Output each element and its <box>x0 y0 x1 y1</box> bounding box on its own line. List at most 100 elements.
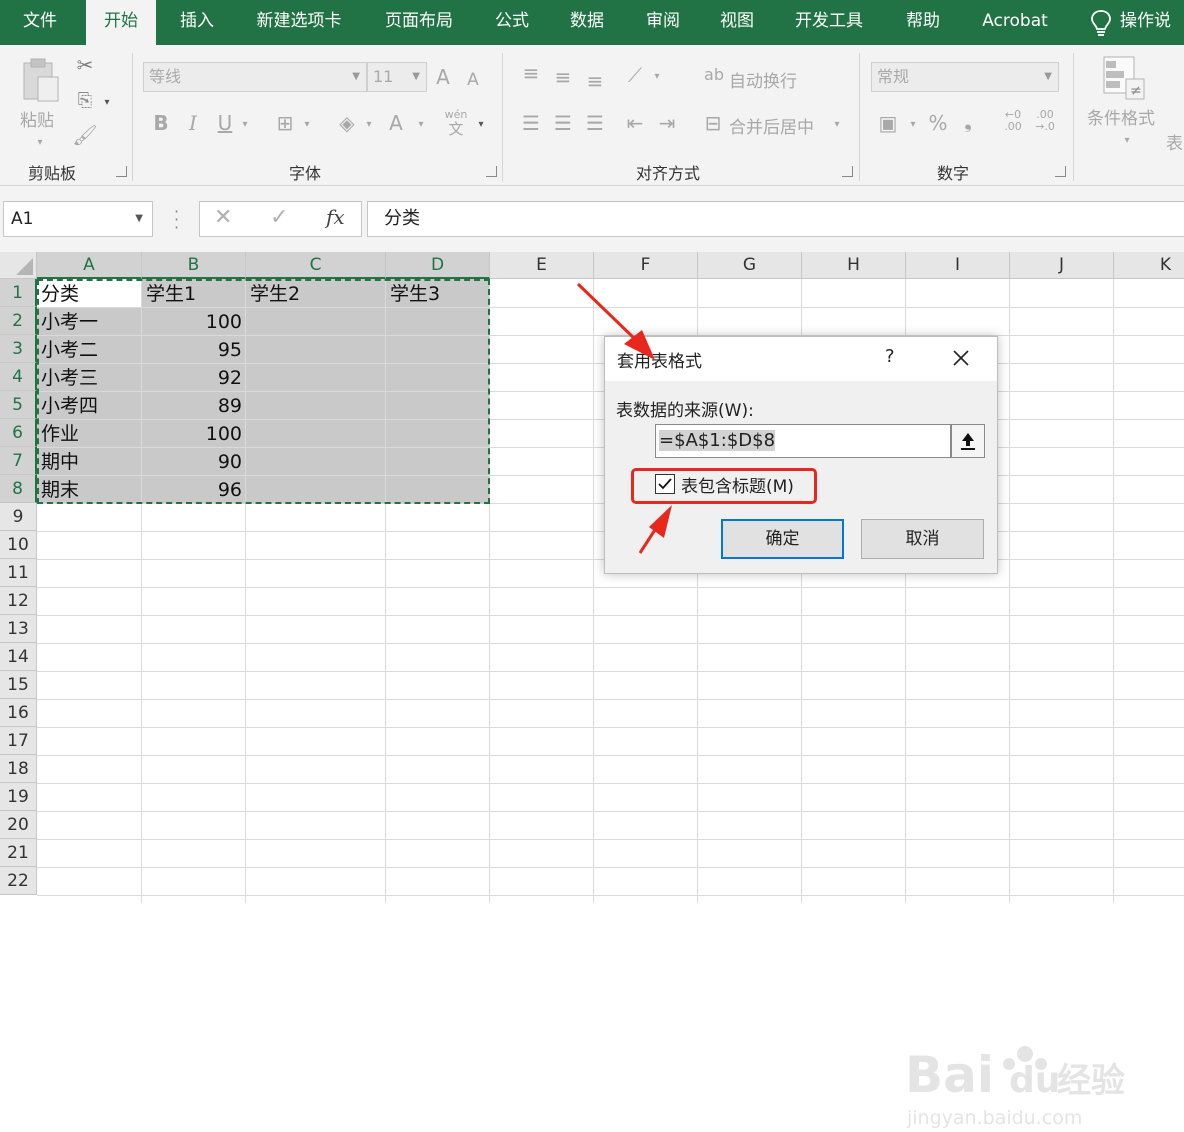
tab-data[interactable]: 数据 <box>556 0 618 45</box>
paste-dropdown-icon[interactable]: ▾ <box>30 131 50 155</box>
row-header-4[interactable]: 4 <box>0 363 37 391</box>
tab-acrobat[interactable]: Acrobat <box>970 0 1060 45</box>
name-box[interactable]: A1 ▼ <box>3 201 153 237</box>
row-header-22[interactable]: 22 <box>0 867 37 895</box>
merge-center-icon[interactable]: ⊟ <box>700 111 726 135</box>
borders-dropdown-icon[interactable]: ▾ <box>300 113 314 137</box>
format-painter-icon[interactable]: 🖌 <box>72 123 98 147</box>
conditional-formatting-button[interactable]: 条件格式 <box>1087 104 1155 129</box>
column-header-j[interactable]: J <box>1010 252 1114 279</box>
column-header-c[interactable]: C <box>246 252 386 279</box>
row-header-20[interactable]: 20 <box>0 811 37 839</box>
select-all-corner[interactable] <box>0 252 37 279</box>
orientation-icon[interactable]: ⟋ <box>622 63 648 87</box>
row-header-1[interactable]: 1 <box>0 279 37 307</box>
row-header-14[interactable]: 14 <box>0 643 37 671</box>
align-left-icon[interactable]: ☰ <box>518 111 544 135</box>
font-launcher-icon[interactable] <box>486 166 497 177</box>
clipboard-launcher-icon[interactable] <box>116 166 127 177</box>
formula-input[interactable]: 分类 <box>367 201 1184 237</box>
format-as-table-button[interactable]: 表 <box>1166 129 1183 154</box>
alignment-launcher-icon[interactable] <box>842 166 853 177</box>
lightbulb-icon[interactable] <box>1090 9 1112 37</box>
row-header-8[interactable]: 8 <box>0 475 37 503</box>
percent-button[interactable]: % <box>926 111 950 135</box>
copy-dropdown-icon[interactable]: ▾ <box>100 91 114 115</box>
column-header-h[interactable]: H <box>802 252 906 279</box>
underline-button[interactable]: U <box>214 111 236 135</box>
align-right-icon[interactable]: ☰ <box>582 111 608 135</box>
enter-formula-icon[interactable]: ✓ <box>270 205 288 230</box>
font-size-combo[interactable]: 11 ▼ <box>367 62 427 92</box>
paste-icon[interactable] <box>18 55 62 105</box>
column-header-a[interactable]: A <box>37 252 142 279</box>
font-name-combo[interactable]: 等线 ▼ <box>143 62 367 92</box>
merge-center-button[interactable]: 合并后居中 <box>729 113 814 138</box>
column-header-d[interactable]: D <box>386 252 490 279</box>
increase-indent-icon[interactable]: ⇥ <box>654 111 680 135</box>
tab-view[interactable]: 视图 <box>706 0 768 45</box>
align-bottom-icon[interactable]: ≡ <box>582 69 608 93</box>
column-header-f[interactable]: F <box>594 252 698 279</box>
underline-dropdown-icon[interactable]: ▾ <box>238 113 252 137</box>
tab-insert[interactable]: 插入 <box>166 0 228 45</box>
grow-font-icon[interactable]: A <box>431 65 455 89</box>
column-header-b[interactable]: B <box>142 252 246 279</box>
row-header-7[interactable]: 7 <box>0 447 37 475</box>
increase-decimal-icon[interactable]: ←0.00 <box>998 109 1028 133</box>
close-icon[interactable] <box>951 348 971 368</box>
collapse-dialog-button[interactable] <box>951 424 985 458</box>
row-header-13[interactable]: 13 <box>0 615 37 643</box>
align-center-icon[interactable]: ☰ <box>550 111 576 135</box>
help-button[interactable]: ? <box>885 346 895 367</box>
row-header-12[interactable]: 12 <box>0 587 37 615</box>
tab-new-tab[interactable]: 新建选项卡 <box>244 0 354 45</box>
column-header-e[interactable]: E <box>490 252 594 279</box>
row-header-2[interactable]: 2 <box>0 307 37 335</box>
tab-page-layout[interactable]: 页面布局 <box>372 0 466 45</box>
wrap-text-icon[interactable]: ab <box>702 63 726 87</box>
font-color-dropdown-icon[interactable]: ▾ <box>414 113 428 137</box>
phonetic-dropdown-icon[interactable]: ▾ <box>474 113 488 137</box>
wrap-text-button[interactable]: 自动换行 <box>729 67 797 92</box>
currency-icon[interactable]: ▣ <box>874 111 902 135</box>
decrease-indent-icon[interactable]: ⇤ <box>622 111 648 135</box>
phonetic-guide-icon[interactable]: wén 文 <box>440 109 472 138</box>
align-top-icon[interactable]: ≡ <box>518 61 544 85</box>
currency-dropdown-icon[interactable]: ▾ <box>906 113 920 137</box>
tell-me-search[interactable]: 操作说 <box>1120 0 1184 45</box>
italic-button[interactable]: I <box>182 111 204 135</box>
row-header-3[interactable]: 3 <box>0 335 37 363</box>
conditional-dropdown-icon[interactable]: ▾ <box>1117 129 1137 153</box>
decrease-decimal-icon[interactable]: .00 →.0 <box>1030 109 1060 133</box>
tab-help[interactable]: 帮助 <box>892 0 954 45</box>
row-header-21[interactable]: 21 <box>0 839 37 867</box>
row-header-16[interactable]: 16 <box>0 699 37 727</box>
cancel-button[interactable]: 取消 <box>861 519 984 559</box>
row-header-9[interactable]: 9 <box>0 503 37 531</box>
row-header-15[interactable]: 15 <box>0 671 37 699</box>
align-middle-icon[interactable]: ≡ <box>550 65 576 89</box>
tab-developer[interactable]: 开发工具 <box>782 0 876 45</box>
row-header-18[interactable]: 18 <box>0 755 37 783</box>
font-color-icon[interactable]: A <box>384 111 408 135</box>
bold-button[interactable]: B <box>150 111 172 135</box>
row-header-6[interactable]: 6 <box>0 419 37 447</box>
insert-function-icon[interactable]: fx <box>326 205 345 229</box>
tab-home[interactable]: 开始 <box>86 0 156 45</box>
ok-button[interactable]: 确定 <box>721 519 844 559</box>
cut-icon[interactable]: ✂ <box>72 53 98 77</box>
number-launcher-icon[interactable] <box>1055 166 1066 177</box>
tab-review[interactable]: 审阅 <box>632 0 694 45</box>
row-header-5[interactable]: 5 <box>0 391 37 419</box>
borders-icon[interactable]: ⊞ <box>272 111 298 135</box>
paste-label[interactable]: 粘贴 <box>20 106 54 131</box>
tab-formulas[interactable]: 公式 <box>482 0 542 45</box>
fill-color-icon[interactable]: ◈ <box>334 111 360 135</box>
table-range-input[interactable]: =$A$1:$D$8 <box>655 424 951 458</box>
row-header-11[interactable]: 11 <box>0 559 37 587</box>
cancel-formula-icon[interactable]: ✕ <box>214 205 232 230</box>
merge-dropdown-icon[interactable]: ▾ <box>830 113 844 137</box>
comma-style-button[interactable]: ❟ <box>958 109 978 133</box>
row-header-19[interactable]: 19 <box>0 783 37 811</box>
